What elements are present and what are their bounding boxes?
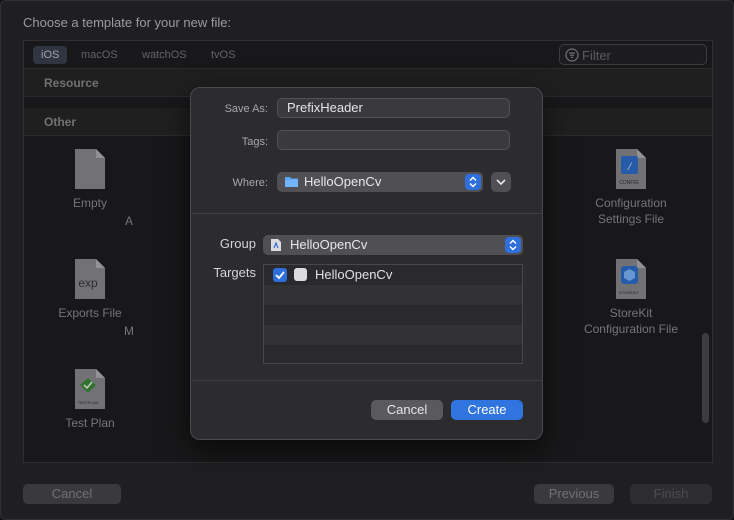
- target-checkbox[interactable]: [273, 268, 287, 282]
- template-label: Configuration Settings File: [595, 196, 667, 226]
- exports-icon-text: exp: [78, 276, 98, 290]
- divider: [191, 213, 542, 214]
- filter-input[interactable]: [582, 46, 702, 64]
- template-storekit-configuration[interactable]: STOREKIT StoreKit Configuration File: [566, 257, 696, 337]
- template-partial-m[interactable]: M: [119, 319, 139, 339]
- divider: [191, 380, 542, 381]
- group-popup[interactable]: HelloOpenCv: [263, 235, 523, 255]
- tags-field[interactable]: [277, 130, 510, 150]
- app-target-icon: [294, 268, 307, 281]
- platform-bar: iOS macOS watchOS tvOS: [24, 41, 712, 69]
- where-value: HelloOpenCv: [304, 174, 382, 189]
- save-as-field[interactable]: PrefixHeader: [277, 98, 510, 118]
- filter-field[interactable]: [559, 44, 707, 65]
- tab-watchos[interactable]: watchOS: [134, 46, 195, 64]
- section-title-other: Other: [44, 115, 77, 129]
- window-title: Choose a template for your new file:: [23, 15, 232, 30]
- targets-label: Targets: [213, 265, 256, 280]
- targets-list: HelloOpenCv: [263, 264, 523, 364]
- test-plan-icon: TESTPLAN: [75, 369, 105, 409]
- list-item[interactable]: HelloOpenCv: [264, 265, 522, 285]
- group-value: HelloOpenCv: [290, 237, 368, 252]
- tags-label: Tags:: [241, 136, 268, 148]
- cancel-button[interactable]: Cancel: [23, 484, 121, 504]
- storekit-icon-text: STOREKIT: [619, 290, 639, 295]
- popup-stepper-icon: [465, 174, 481, 190]
- config-icon-text: CONFIG: [619, 180, 639, 186]
- exports-file-icon: exp: [75, 259, 105, 299]
- test-plan-icon-text: TESTPLAN: [78, 400, 99, 405]
- save-as-label: Save As:: [224, 103, 268, 115]
- finish-button[interactable]: Finish: [630, 484, 712, 504]
- template-label: Test Plan: [65, 416, 115, 430]
- blank-file-icon: [75, 149, 105, 189]
- where-popup[interactable]: HelloOpenCv: [277, 172, 483, 192]
- section-title-resource: Resource: [44, 76, 99, 90]
- target-name: HelloOpenCv: [315, 267, 393, 282]
- template-partial-a[interactable]: A: [119, 209, 139, 229]
- create-button[interactable]: Create: [451, 400, 523, 420]
- popup-stepper-icon: [505, 237, 521, 253]
- tab-tvos[interactable]: tvOS: [203, 46, 243, 64]
- chevron-down-icon: [496, 179, 506, 186]
- tab-ios[interactable]: iOS: [33, 46, 68, 64]
- filter-icon: [565, 48, 579, 62]
- save-sheet: Save As: PrefixHeader Tags: Where: Hello…: [190, 87, 543, 440]
- expand-browser-button[interactable]: [491, 172, 511, 192]
- previous-button[interactable]: Previous: [534, 484, 614, 504]
- template-scrollbar[interactable]: [702, 333, 709, 423]
- template-label: StoreKit Configuration File: [583, 306, 679, 336]
- template-label: A: [124, 214, 133, 228]
- storekit-file-icon: STOREKIT: [616, 259, 646, 299]
- where-label: Where:: [232, 177, 268, 189]
- project-file-icon: [271, 239, 281, 251]
- tab-macos[interactable]: macOS: [73, 46, 126, 64]
- template-test-plan[interactable]: TESTPLAN Test Plan: [25, 367, 155, 431]
- checkmark-icon: [275, 271, 285, 280]
- sheet-cancel-button[interactable]: Cancel: [371, 400, 443, 420]
- template-label: M: [124, 324, 134, 338]
- group-label: Group: [219, 236, 256, 251]
- template-configuration-settings[interactable]: / CONFIG Configuration Settings File: [566, 147, 696, 227]
- template-empty[interactable]: Empty: [25, 147, 155, 211]
- template-exports-file[interactable]: exp Exports File: [25, 257, 155, 321]
- folder-icon: [285, 177, 298, 187]
- config-file-icon: / CONFIG: [616, 149, 646, 189]
